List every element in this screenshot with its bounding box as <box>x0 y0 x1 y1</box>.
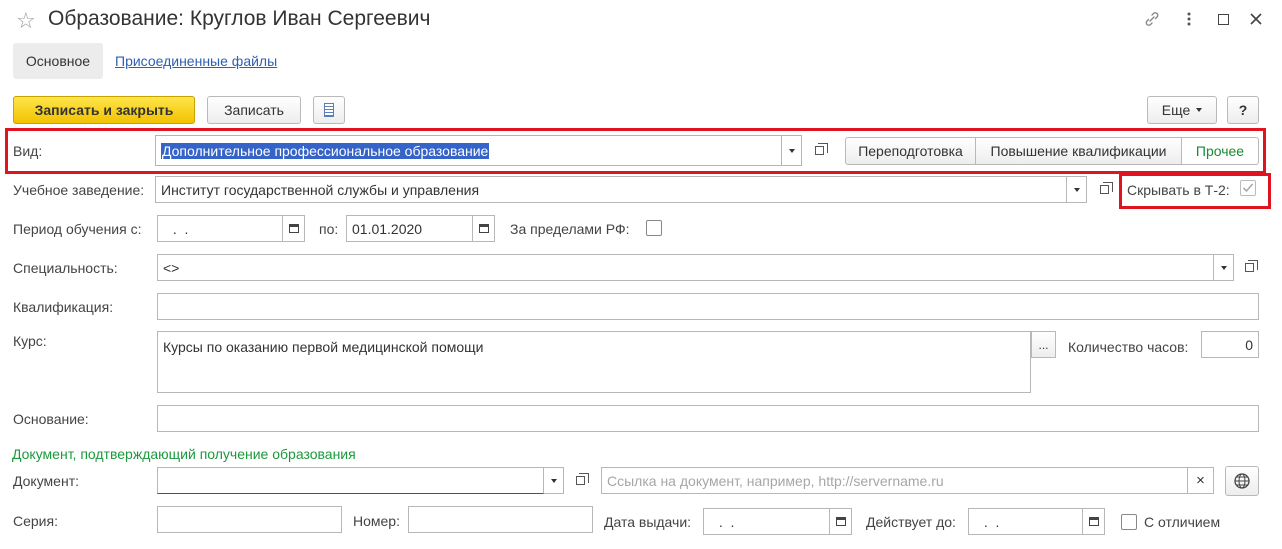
issue-date-field[interactable]: . . <box>703 508 830 535</box>
basis-field[interactable] <box>157 405 1259 432</box>
valid-until-calendar-button[interactable] <box>1083 508 1105 535</box>
document-list-icon <box>324 103 334 117</box>
abroad-checkbox[interactable] <box>646 220 662 236</box>
document-link-clear-button[interactable]: × <box>1188 467 1214 494</box>
course-select-button[interactable]: ... <box>1031 331 1056 358</box>
period-to-calendar-button[interactable] <box>473 215 495 242</box>
qualification-label: Квалификация: <box>13 299 114 315</box>
honors-label: С отличием <box>1144 514 1221 530</box>
hours-value: 0 <box>1245 336 1253 353</box>
specialty-field[interactable]: <> <box>157 254 1214 281</box>
tab-attached-files[interactable]: Присоединенные файлы <box>115 53 277 69</box>
hide-t2-label: Скрывать в Т-2: <box>1127 182 1230 198</box>
course-label: Курс: <box>13 333 47 349</box>
series-label: Серия: <box>13 513 58 529</box>
chevron-down-icon <box>1073 187 1080 192</box>
specialty-label: Специальность: <box>13 260 118 276</box>
issue-date-label: Дата выдачи: <box>604 514 692 530</box>
series-field[interactable] <box>157 506 342 533</box>
specialty-open-button[interactable] <box>1238 254 1260 281</box>
vid-label: Вид: <box>13 143 43 159</box>
open-window-icon <box>575 473 589 485</box>
tab-main[interactable]: Основное <box>13 43 103 79</box>
chevron-down-icon <box>1220 265 1227 270</box>
qualification-field[interactable] <box>157 293 1259 320</box>
vid-open-button[interactable] <box>808 137 830 164</box>
chevron-down-icon <box>788 148 795 153</box>
valid-until-value: . . <box>980 513 1000 530</box>
close-icon[interactable] <box>1245 8 1267 30</box>
chevron-down-icon <box>550 478 557 483</box>
institution-value: Институт государственной службы и управл… <box>161 181 480 198</box>
document-link-field[interactable]: Ссылка на документ, например, http://ser… <box>601 467 1188 494</box>
clear-icon: × <box>1196 472 1205 489</box>
help-button[interactable]: ? <box>1227 96 1259 124</box>
globe-link-button[interactable] <box>1225 466 1259 496</box>
basis-label: Основание: <box>13 411 89 427</box>
more-menu-button[interactable]: Еще <box>1147 96 1217 124</box>
course-field[interactable]: Курсы по оказанию первой медицинской пом… <box>157 331 1031 393</box>
number-field[interactable] <box>408 506 593 533</box>
document-label: Документ: <box>13 473 79 489</box>
calendar-icon <box>478 224 489 233</box>
chevron-down-icon <box>1196 108 1203 112</box>
period-label: Период обучения с: <box>13 221 142 237</box>
checkmark-icon <box>1242 183 1254 193</box>
period-from-calendar-button[interactable] <box>283 215 305 242</box>
more-vert-icon[interactable] <box>1178 8 1200 30</box>
vid-field[interactable]: Дополнительное профессиональное образова… <box>155 135 782 166</box>
institution-open-button[interactable] <box>1093 176 1115 203</box>
institution-field[interactable]: Институт государственной службы и управл… <box>155 176 1067 203</box>
hours-field[interactable]: 0 <box>1201 331 1259 358</box>
save-button[interactable]: Записать <box>207 96 301 124</box>
honors-checkbox[interactable] <box>1121 514 1137 530</box>
hours-label: Количество часов: <box>1068 339 1189 355</box>
valid-until-field[interactable]: . . <box>968 508 1083 535</box>
document-link-placeholder: Ссылка на документ, например, http://ser… <box>607 472 944 489</box>
report-button[interactable] <box>313 96 345 124</box>
vid-value: Дополнительное профессиональное образова… <box>161 142 490 159</box>
period-to-field[interactable]: 01.01.2020 <box>346 215 473 242</box>
period-from-field[interactable]: . . <box>157 215 283 242</box>
open-window-icon <box>814 143 828 155</box>
period-from-value: . . <box>169 220 189 237</box>
institution-label: Учебное заведение: <box>13 182 145 198</box>
issue-date-value: . . <box>715 513 735 530</box>
open-window-icon <box>1244 260 1258 272</box>
vid-option-qualification[interactable]: Повышение квалификации <box>975 137 1182 165</box>
favorite-star-icon[interactable]: ☆ <box>16 8 36 34</box>
calendar-icon <box>835 517 846 526</box>
calendar-icon <box>1088 517 1099 526</box>
hide-t2-checkbox[interactable] <box>1240 180 1256 196</box>
globe-icon <box>1234 473 1250 489</box>
document-dropdown-button[interactable] <box>544 467 564 494</box>
maximize-icon[interactable] <box>1212 8 1234 30</box>
period-to-label: по: <box>319 221 339 237</box>
more-menu-label: Еще <box>1161 102 1191 118</box>
vid-option-retraining[interactable]: Переподготовка <box>845 137 976 165</box>
valid-until-label: Действует до: <box>866 514 956 530</box>
page-title: Образование: Круглов Иван Сергеевич <box>48 7 431 30</box>
abroad-label: За пределами РФ: <box>510 221 630 237</box>
open-window-icon <box>1099 182 1113 194</box>
specialty-value: <> <box>163 259 180 276</box>
document-section-title: Документ, подтверждающий получение образ… <box>12 446 356 462</box>
specialty-dropdown-button[interactable] <box>1214 254 1234 281</box>
issue-date-calendar-button[interactable] <box>830 508 852 535</box>
save-and-close-button[interactable]: Записать и закрыть <box>13 96 195 124</box>
period-to-value: 01.01.2020 <box>352 220 423 237</box>
document-open-button[interactable] <box>569 467 591 494</box>
vid-option-other[interactable]: Прочее <box>1181 137 1259 165</box>
document-field[interactable] <box>157 467 544 494</box>
calendar-icon <box>288 224 299 233</box>
vid-dropdown-button[interactable] <box>782 135 802 166</box>
institution-dropdown-button[interactable] <box>1067 176 1087 203</box>
number-label: Номер: <box>353 513 400 529</box>
course-value: Курсы по оказанию первой медицинской пом… <box>163 339 484 355</box>
link-icon[interactable] <box>1141 8 1163 30</box>
